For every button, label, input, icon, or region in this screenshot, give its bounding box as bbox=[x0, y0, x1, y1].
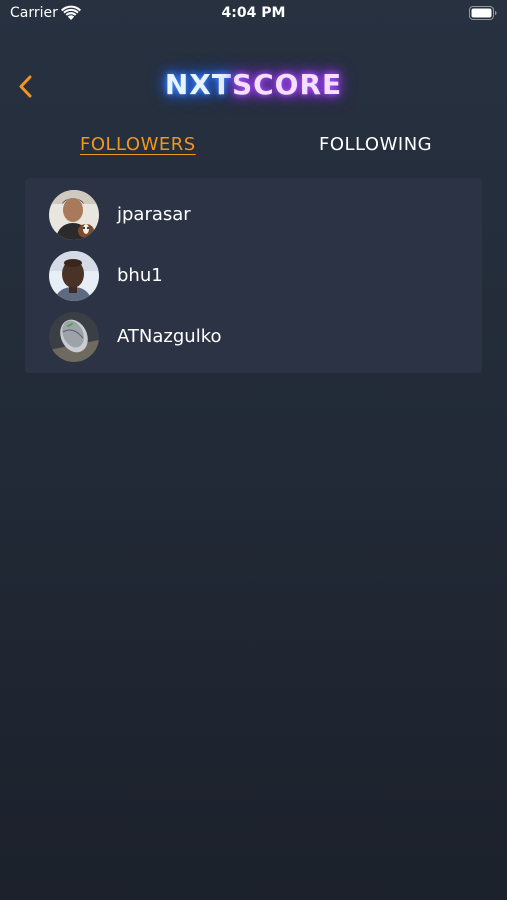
username: ATNazgulko bbox=[117, 326, 222, 347]
avatar bbox=[49, 190, 99, 240]
followers-list: jparasar bhu1 ATNazgulko bbox=[25, 178, 482, 373]
username: bhu1 bbox=[117, 265, 163, 286]
list-item[interactable]: bhu1 bbox=[25, 245, 482, 306]
tab-bar: FOLLOWERS FOLLOWING bbox=[0, 134, 507, 164]
battery-icon bbox=[469, 6, 497, 20]
avatar bbox=[49, 312, 99, 362]
tab-following[interactable]: FOLLOWING bbox=[319, 134, 432, 155]
status-time: 4:04 PM bbox=[221, 5, 286, 21]
status-bar: Carrier 4:04 PM bbox=[0, 0, 507, 28]
username: jparasar bbox=[117, 204, 191, 225]
list-item[interactable]: ATNazgulko bbox=[25, 306, 482, 367]
list-item[interactable]: jparasar bbox=[25, 184, 482, 245]
logo-score-text: SCORE bbox=[231, 68, 343, 101]
logo-nxt-text: NXT bbox=[164, 68, 232, 101]
app-logo: NXTSCORE bbox=[0, 68, 507, 101]
avatar bbox=[49, 251, 99, 301]
tab-followers[interactable]: FOLLOWERS bbox=[80, 134, 196, 155]
nav-header: NXTSCORE bbox=[0, 58, 507, 114]
